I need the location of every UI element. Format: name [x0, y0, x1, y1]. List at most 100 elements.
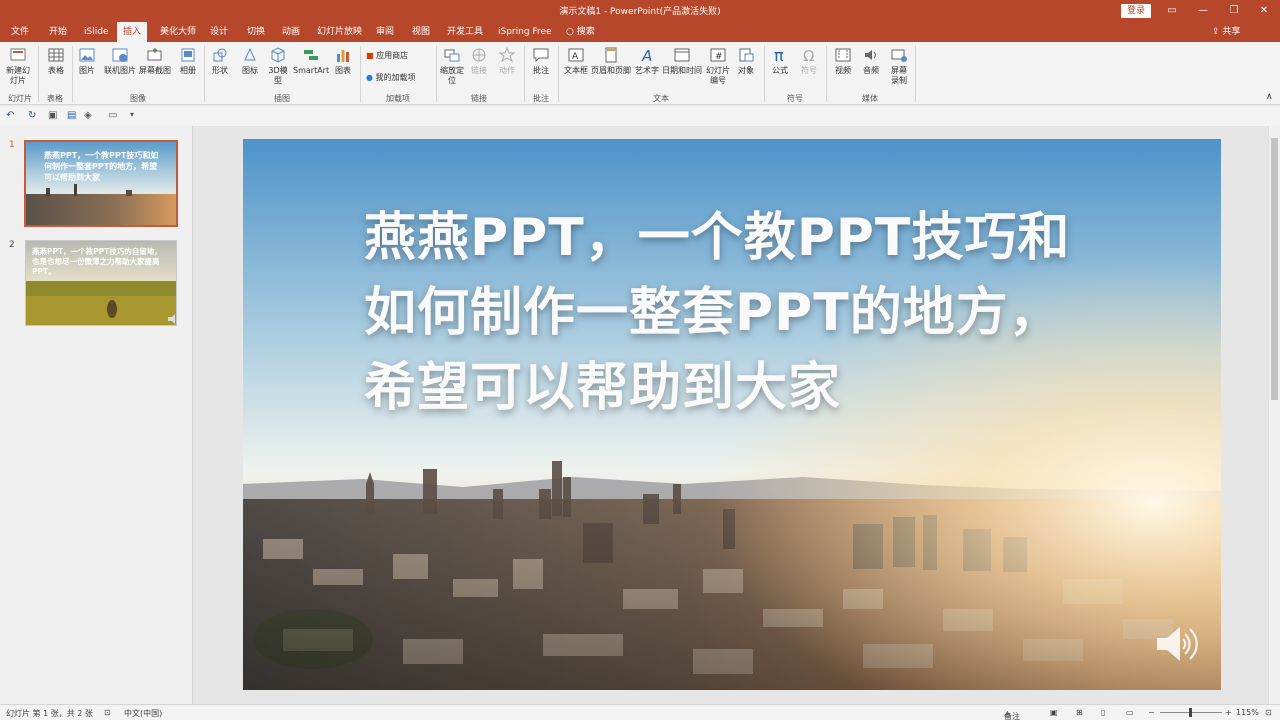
wordart-button[interactable]: A 艺术字	[635, 46, 659, 76]
customize-qat-icon[interactable]: ▾	[130, 110, 134, 119]
redo-icon[interactable]: ↻	[28, 110, 36, 121]
smartart-button[interactable]: SmartArt	[293, 46, 329, 76]
comment-label: 批注	[533, 66, 549, 75]
tab-file[interactable]: 文件	[7, 22, 33, 42]
equation-button[interactable]: π 公式	[771, 46, 789, 76]
group-divider	[38, 46, 39, 102]
language-indicator[interactable]: 中文(中国)	[124, 708, 162, 719]
save-icon[interactable]: ▤	[67, 110, 76, 121]
tab-transitions[interactable]: 切换	[243, 22, 269, 42]
3d-model-button[interactable]: 3D模型	[268, 46, 288, 86]
tab-search[interactable]: ○ 搜索	[562, 22, 599, 42]
group-slides-label: 幻灯片	[8, 94, 32, 103]
group-divider	[764, 46, 765, 102]
tab-slideshow[interactable]: 幻灯片放映	[313, 22, 366, 42]
zoom-slider-handle[interactable]	[1189, 708, 1192, 717]
ribbon-insert: 新建幻灯片 表格 图片 联机图片 屏幕截图 相册 图像 形状 图标 3D模型 S…	[0, 42, 1280, 105]
group-text-label: 文本	[653, 94, 669, 103]
share-icon: ⇪	[1212, 27, 1220, 37]
action-button[interactable]: 动作	[498, 46, 516, 76]
my-addins-label: 我的加载项	[375, 73, 416, 82]
tab-beautify[interactable]: 美化大师	[156, 22, 200, 42]
zoom-button[interactable]: 缩放定位	[440, 46, 464, 86]
collapse-ribbon-icon[interactable]: ∧	[1266, 92, 1273, 102]
close-icon[interactable]: ✕	[1256, 3, 1272, 19]
symbol-label: 符号	[801, 66, 817, 75]
audio-speaker-icon[interactable]	[1153, 621, 1203, 667]
slideshow-view-icon[interactable]: ▭	[1126, 708, 1134, 717]
ribbon-display-icon[interactable]: ▭	[1164, 3, 1180, 19]
status-bar: 幻灯片 第 1 张，共 2 张 ⊡ 中文(中国) ≜ 备注 ▣ ⊞ ▯ ▭ − …	[0, 704, 1280, 720]
table-button[interactable]: 表格	[44, 46, 68, 76]
tab-islide[interactable]: iSlide	[80, 22, 112, 42]
new-slide-icon	[10, 48, 26, 61]
slide-sorter-icon[interactable]: ⊞	[1076, 708, 1083, 717]
my-addins-button[interactable]: ● 我的加载项	[366, 73, 416, 83]
zoom-label: 缩放定位	[440, 66, 464, 85]
zoom-in-icon[interactable]: +	[1225, 708, 1232, 717]
zoom-out-icon[interactable]: −	[1148, 708, 1155, 717]
album-button[interactable]: 相册	[179, 46, 197, 76]
addins-icon: ●	[366, 73, 373, 82]
comment-icon	[533, 48, 549, 63]
slide-canvas[interactable]: 燕燕PPT，一个教PPT技巧和如何制作一整套PPT的地方，希望可以帮助到大家	[243, 139, 1221, 690]
header-footer-icon	[605, 47, 617, 63]
svg-text:π: π	[774, 46, 784, 64]
maximize-icon[interactable]: ❐	[1226, 3, 1242, 19]
vertical-scrollbar[interactable]	[1268, 126, 1280, 704]
start-slideshow-icon[interactable]: ▣	[48, 110, 57, 121]
tab-design[interactable]: 设计	[206, 22, 232, 42]
icon-button[interactable]: 图标	[241, 46, 259, 76]
notes-label: 备注	[1004, 712, 1020, 720]
tab-review[interactable]: 审阅	[372, 22, 398, 42]
header-footer-button[interactable]: 页眉和页脚	[591, 46, 631, 76]
normal-view-icon[interactable]: ▣	[1050, 708, 1058, 717]
textbox-button[interactable]: A 文本框	[564, 46, 588, 76]
spellcheck-icon[interactable]: ⊡	[104, 708, 111, 717]
group-divider	[204, 46, 205, 102]
tab-animations[interactable]: 动画	[278, 22, 304, 42]
group-media-label: 媒体	[862, 94, 878, 103]
online-picture-button[interactable]: 联机图片	[104, 46, 136, 76]
undo-icon[interactable]: ↶	[6, 110, 14, 121]
present-icon[interactable]: ▭	[108, 110, 117, 121]
reading-view-icon[interactable]: ▯	[1101, 708, 1105, 717]
slide-title[interactable]: 燕燕PPT，一个教PPT技巧和如何制作一整套PPT的地方，希望可以帮助到大家	[364, 201, 1109, 426]
slide-number-button[interactable]: # 幻灯片编号	[706, 46, 730, 86]
tab-home[interactable]: 开始	[45, 22, 71, 42]
picture-button[interactable]: 图片	[78, 46, 96, 76]
comment-button[interactable]: 批注	[532, 46, 550, 76]
touch-mode-icon[interactable]: ◈	[84, 110, 92, 121]
wordart-icon: A	[641, 47, 652, 64]
shape-button[interactable]: 形状	[211, 46, 229, 76]
app-store-button[interactable]: ■ 应用商店	[366, 51, 408, 61]
screen-record-button[interactable]: 屏幕录制	[889, 46, 909, 86]
scrollbar-thumb[interactable]	[1271, 138, 1278, 400]
tab-developer[interactable]: 开发工具	[443, 22, 487, 42]
share-button[interactable]: ⇪ 共享	[1212, 22, 1240, 42]
screenshot-button[interactable]: 屏幕截图	[139, 46, 171, 76]
video-button[interactable]: 视频	[834, 46, 852, 76]
fit-slide-icon[interactable]: ⊡	[1265, 708, 1272, 717]
svg-text:#: #	[715, 52, 723, 62]
slide-number: 2	[9, 240, 15, 250]
slide-thumbnail-1[interactable]: 燕燕PPT，一个教PPT技巧和如何制作一整套PPT的地方，希望可以帮助到大家	[24, 140, 178, 227]
share-label: 共享	[1222, 27, 1241, 37]
chart-button[interactable]: 图表	[334, 46, 352, 76]
new-slide-button[interactable]: 新建幻灯片	[4, 46, 32, 86]
tab-insert[interactable]: 插入	[117, 22, 147, 42]
tab-view[interactable]: 视图	[408, 22, 434, 42]
tab-ispring[interactable]: iSpring Free	[494, 22, 556, 42]
cube-icon	[271, 47, 285, 63]
datetime-button[interactable]: 日期和时间	[662, 46, 702, 76]
zoom-level[interactable]: 115%	[1236, 708, 1259, 717]
audio-button[interactable]: 音频	[862, 46, 880, 76]
object-button[interactable]: 对象	[737, 46, 755, 76]
minimize-icon[interactable]: —	[1195, 3, 1211, 19]
login-button[interactable]: 登录	[1121, 4, 1151, 18]
symbol-button[interactable]: Ω 符号	[800, 46, 818, 76]
slide-thumbnail-2[interactable]: 燕燕PPT，一个教PPT技巧的自留地，也是也想尽一份微薄之力帮助大家提高PPT。	[25, 240, 177, 326]
textbox-label: 文本框	[564, 66, 588, 75]
link-button[interactable]: 链接	[470, 46, 488, 76]
group-images-label: 图像	[130, 94, 146, 103]
